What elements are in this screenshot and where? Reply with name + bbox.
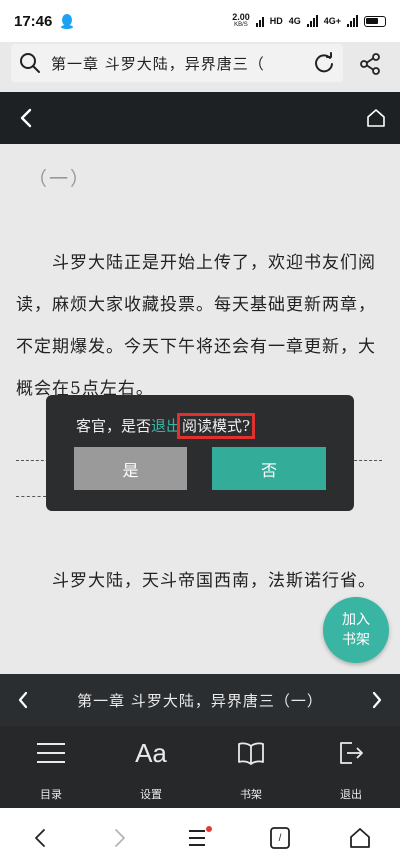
reader-header (0, 92, 400, 144)
signal-icon-2 (347, 15, 358, 27)
back-button[interactable] (10, 102, 42, 134)
dialog-text-link: 退出 (151, 417, 182, 435)
net-speed-unit: KB/S (234, 22, 248, 28)
catalog-button[interactable]: 目录 (15, 734, 87, 804)
fab-line-1: 加入 (342, 612, 370, 628)
dialog-text-highlight: 阅读模式? (177, 413, 256, 439)
net-speed: 2.00 KB/S (232, 13, 250, 29)
fab-line-2: 书架 (342, 632, 370, 648)
book-icon (238, 742, 264, 765)
status-icons: 2.00 KB/S HD 4G 4G+ (232, 13, 386, 29)
hd-label: HD (269, 16, 283, 26)
status-bar: 17:46 2.00 KB/S HD 4G 4G+ (0, 0, 400, 42)
add-to-bookshelf-button[interactable]: 加入 书架 (323, 597, 389, 663)
volte-signal-icon (255, 15, 264, 27)
dialog-text-before: 客官，是否 (76, 417, 152, 435)
exit-label: 退出 (340, 788, 362, 801)
chapter-nav: 第一章 斗罗大陆，异界唐三（一） (0, 674, 400, 726)
browser-bottom-bar: / (0, 808, 400, 867)
section-mark: （一） (28, 168, 92, 190)
address-bar[interactable]: 第一章 斗罗大陆，异界唐三（ (11, 44, 343, 82)
chevron-left-icon (20, 108, 32, 128)
share-button[interactable] (352, 48, 388, 80)
font-size-icon: Aa (135, 737, 167, 768)
exit-icon (340, 742, 363, 764)
qq-icon (61, 14, 74, 29)
browser-menu-button[interactable] (183, 821, 217, 855)
chapter-title: 第一章 斗罗大陆，异界唐三（一） (77, 692, 323, 710)
exit-button[interactable]: 退出 (315, 734, 387, 804)
net-speed-value: 2.00 (232, 12, 250, 22)
bookshelf-button[interactable]: 书架 (215, 734, 287, 804)
search-icon (20, 53, 40, 73)
browser-home-button[interactable] (343, 821, 377, 855)
battery-icon (364, 15, 386, 27)
previous-chapter-button[interactable] (8, 684, 38, 716)
reader-toolbar: 目录 Aa 设置 书架 退出 (0, 726, 400, 808)
chevron-left-icon (18, 691, 28, 709)
chevron-right-icon (115, 829, 125, 847)
yes-button[interactable]: 是 (74, 447, 187, 490)
address-bar-title: 第一章 斗罗大陆，异界唐三（ (51, 54, 265, 73)
network-type-1: 4G (288, 16, 301, 26)
home-icon (350, 828, 370, 848)
paragraph: 斗罗大陆正是开始上传了，欢迎书友们阅读，麻烦大家收藏投票。每天基础更新两章，不定… (16, 253, 376, 399)
share-icon (360, 53, 380, 75)
signal-icon-1 (306, 15, 318, 27)
settings-button[interactable]: Aa 设置 (115, 734, 187, 804)
chevron-right-icon (372, 691, 382, 709)
divider (16, 496, 46, 497)
no-button[interactable]: 否 (212, 447, 326, 490)
home-button[interactable] (360, 102, 392, 134)
network-type-2: 4G+ (323, 16, 341, 26)
status-time: 17:46 (14, 12, 53, 30)
chevron-left-icon (35, 829, 45, 847)
catalog-label: 目录 (40, 788, 62, 801)
paragraph: 斗罗大陆，天斗帝国西南，法斯诺行省。 (52, 571, 376, 591)
next-chapter-button[interactable] (362, 684, 392, 716)
browser-tabs-button[interactable]: / (263, 821, 297, 855)
settings-label: 设置 (140, 788, 162, 801)
browser-back-button[interactable] (23, 821, 57, 855)
home-icon (367, 109, 385, 127)
menu-list-icon (37, 743, 65, 763)
dialog-message: 客官，是否退出阅读模式? (76, 413, 256, 439)
bookshelf-label: 书架 (240, 788, 262, 801)
tabs-count: / (278, 832, 282, 844)
browser-forward-button[interactable] (103, 821, 137, 855)
refresh-icon[interactable] (313, 52, 335, 74)
menu-icon (189, 826, 212, 846)
exit-reading-mode-dialog: 客官，是否退出阅读模式? 是 否 (46, 395, 354, 511)
